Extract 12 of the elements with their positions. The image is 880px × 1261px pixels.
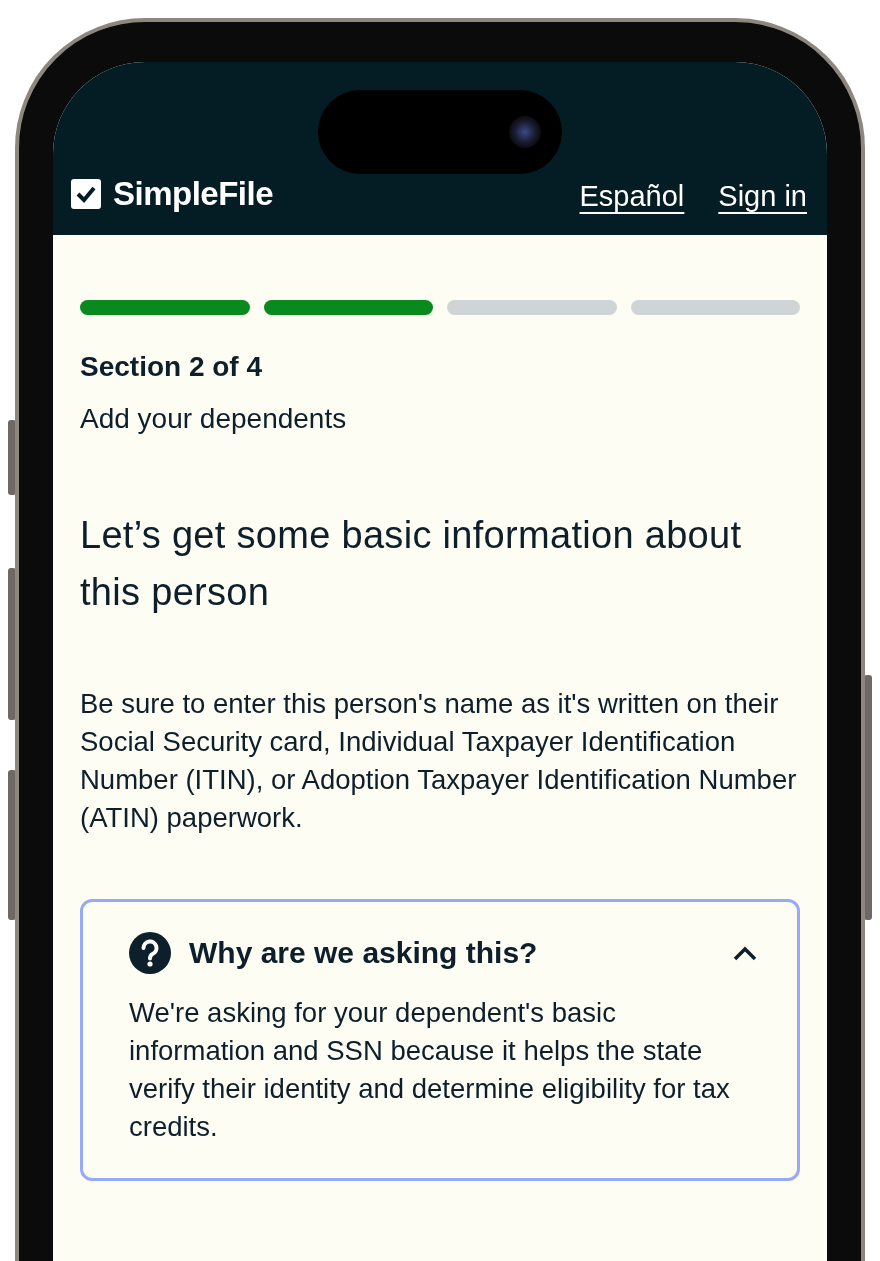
question-icon <box>129 932 171 974</box>
checkbox-icon <box>71 179 101 209</box>
page-heading: Let’s get some basic information about this person <box>80 513 743 615</box>
help-toggle[interactable]: Why are we asking this? <box>129 932 757 974</box>
section-label: Section 2 of 4 <box>80 351 264 383</box>
header-link[interactable]: Español <box>579 180 685 213</box>
intro-text: Be sure to enter this person's name as it's written on their Social Security card, Individual Taxpayer Identification Number (ITIN), or Adoption Taxpayer Identification Number (ATIN) paperwork. <box>80 687 798 835</box>
chevron-icon <box>733 945 757 961</box>
logo-text: SimpleFile <box>113 175 274 213</box>
help-text: We're asking for your dependent's basic information and SSN because it helps the state verify their identity and determine eligibility for tax credits. <box>129 996 731 1144</box>
header-link[interactable]: Sign in <box>718 180 807 213</box>
step-subtitle: Add your dependents <box>80 403 348 435</box>
